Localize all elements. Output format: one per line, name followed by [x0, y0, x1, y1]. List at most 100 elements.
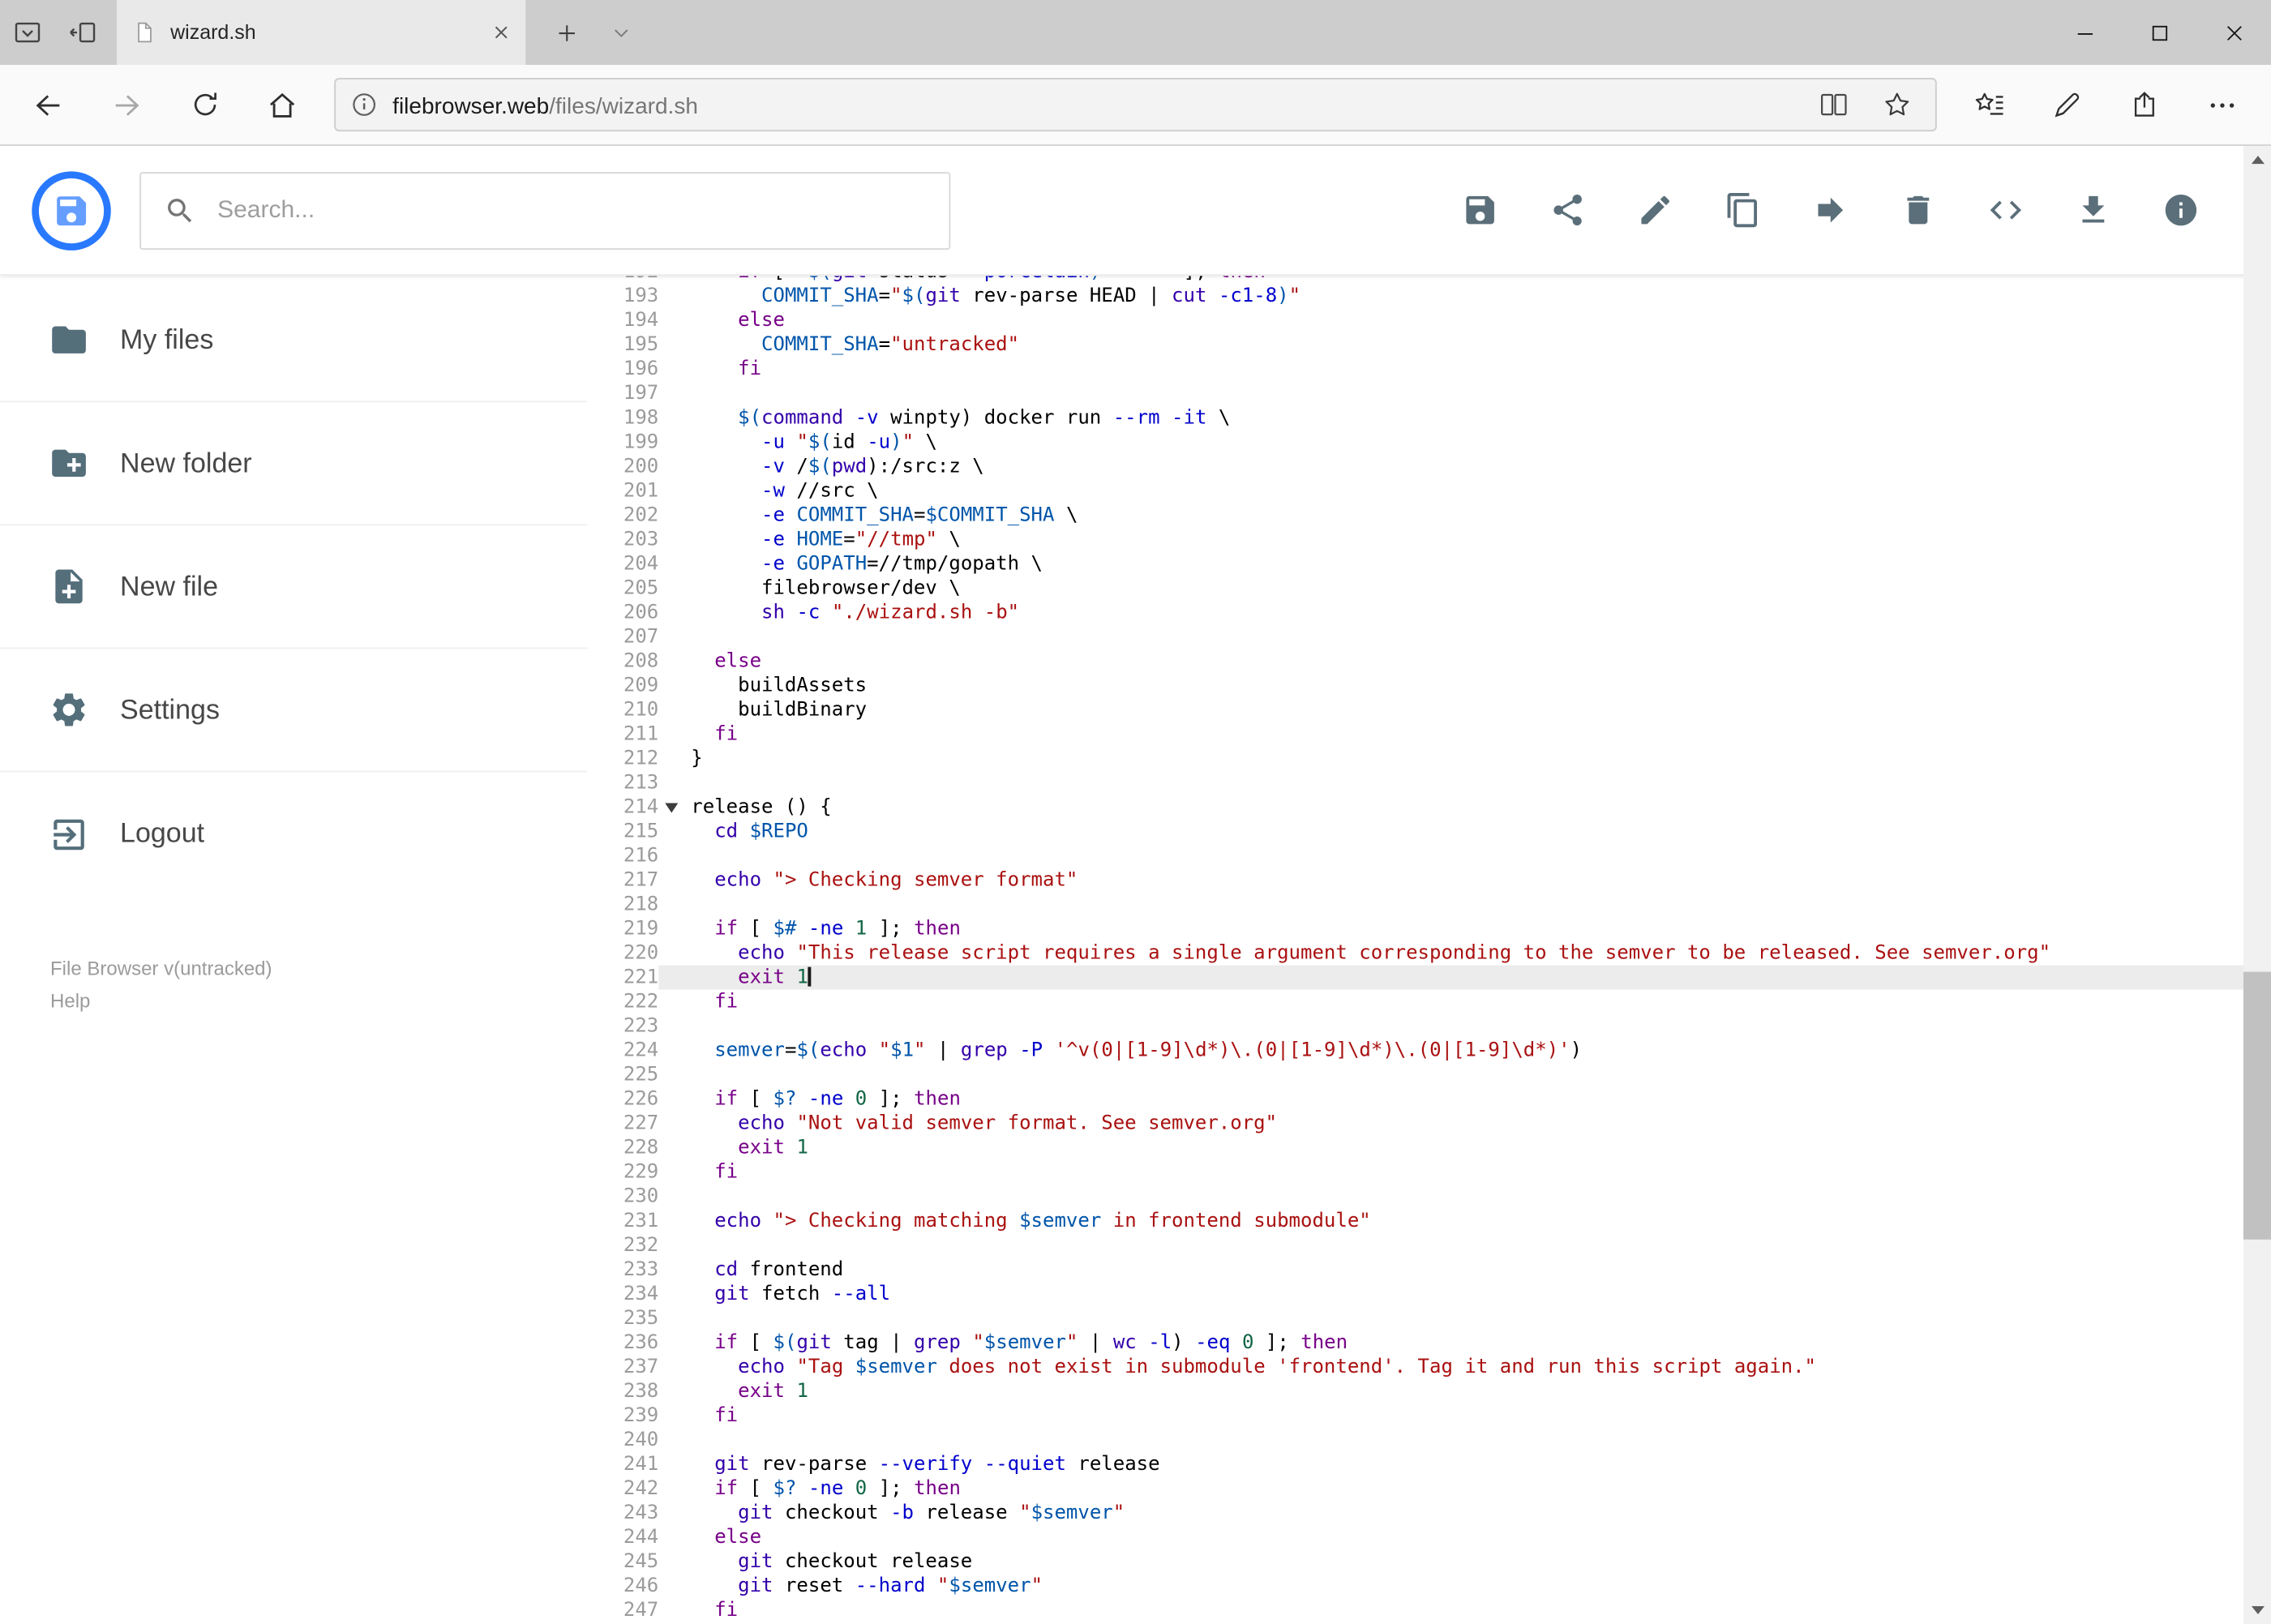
code-line[interactable]: 242 if [ $? -ne 0 ]; then [587, 1476, 2243, 1501]
code-line[interactable]: 239 fi [587, 1403, 2243, 1428]
code-line[interactable]: 212} [587, 746, 2243, 771]
code-line[interactable]: 235 [587, 1305, 2243, 1330]
window-minimize-button[interactable] [2047, 0, 2122, 65]
code-line[interactable]: 245 git checkout release [587, 1549, 2243, 1574]
forward-button[interactable] [88, 65, 165, 144]
new-tab-button[interactable] [538, 0, 593, 65]
tab-list-button[interactable] [593, 0, 649, 65]
code-line[interactable]: 211 fi [587, 722, 2243, 747]
window-close-button[interactable] [2196, 0, 2271, 65]
code-line[interactable]: 230 [587, 1184, 2243, 1209]
move-button[interactable] [1812, 191, 1849, 229]
sidebar-item-new-file[interactable]: New file [0, 525, 588, 649]
web-note-button[interactable] [2028, 65, 2106, 144]
code-line[interactable]: 210 buildBinary [587, 697, 2243, 722]
code-line[interactable]: 221 exit 1 [587, 965, 2243, 990]
code-line[interactable]: 229 fi [587, 1159, 2243, 1185]
copy-button[interactable] [1725, 191, 1762, 229]
code-line[interactable]: 244 else [587, 1524, 2243, 1549]
code-line[interactable]: 247 fi [587, 1597, 2243, 1622]
code-line[interactable]: 208 else [587, 649, 2243, 674]
sidebar-item-my-files[interactable]: My files [0, 279, 588, 403]
code-line[interactable]: 204 -e GOPATH=//tmp/gopath \ [587, 551, 2243, 576]
code-line[interactable]: 207 [587, 624, 2243, 649]
code-line[interactable]: 225 [587, 1062, 2243, 1087]
search-box[interactable] [139, 171, 951, 250]
help-link[interactable]: Help [50, 986, 587, 1018]
delete-button[interactable] [1900, 191, 1937, 229]
code-line[interactable]: 234 git fetch --all [587, 1281, 2243, 1306]
code-line[interactable]: 196 fi [587, 357, 2243, 382]
code-line[interactable]: 238 exit 1 [587, 1378, 2243, 1403]
code-line[interactable]: 216 [587, 843, 2243, 868]
rename-button[interactable] [1637, 191, 1674, 229]
code-line[interactable]: 224 semver=$(echo "$1" | grep -P '^v(0|[… [587, 1038, 2243, 1063]
code-line[interactable]: 220 echo "This release script requires a… [587, 941, 2243, 966]
code-line[interactable]: 226 if [ $? -ne 0 ]; then [587, 1086, 2243, 1112]
code-line[interactable]: 202 -e COMMIT_SHA=$COMMIT_SHA \ [587, 503, 2243, 528]
code-line[interactable]: 203 -e HOME="//tmp" \ [587, 527, 2243, 552]
active-tab[interactable]: wizard.sh [117, 0, 526, 66]
refresh-button[interactable] [165, 65, 243, 144]
back-button[interactable] [10, 65, 88, 144]
page-scrollbar[interactable] [2243, 146, 2271, 1624]
code-line[interactable]: 236 if [ $(git tag | grep "$semver" | wc… [587, 1330, 2243, 1355]
code-line[interactable]: 206 sh -c "./wizard.sh -b" [587, 600, 2243, 625]
scrollbar-up-button[interactable] [2243, 146, 2271, 174]
window-maximize-button[interactable] [2122, 0, 2196, 65]
code-line[interactable]: 237 echo "Tag $semver does not exist in … [587, 1354, 2243, 1379]
code-line[interactable]: 200 -v /$(pwd):/src:z \ [587, 454, 2243, 479]
code-line[interactable]: 205 filebrowser/dev \ [587, 576, 2243, 601]
code-line[interactable]: 222 fi [587, 989, 2243, 1014]
code-line[interactable]: 209 buildAssets [587, 673, 2243, 698]
browser-share-button[interactable] [2106, 65, 2183, 144]
scrollbar-down-button[interactable] [2243, 1596, 2271, 1624]
code-line[interactable]: 241 git rev-parse --verify --quiet relea… [587, 1451, 2243, 1476]
code-line[interactable]: 219 if [ $# -ne 1 ]; then [587, 916, 2243, 941]
tab-preview-button[interactable] [0, 0, 55, 65]
scrollbar-track[interactable] [2243, 174, 2271, 1596]
code-line[interactable]: 218 [587, 892, 2243, 917]
fold-arrow-icon[interactable] [665, 803, 679, 813]
more-options-button[interactable] [2183, 65, 2261, 144]
site-info-icon[interactable] [350, 91, 378, 118]
info-button[interactable] [2162, 191, 2200, 229]
code-line[interactable]: 228 exit 1 [587, 1135, 2243, 1160]
code-line[interactable]: 232 [587, 1232, 2243, 1258]
share-button[interactable] [1549, 191, 1587, 229]
address-bar[interactable]: filebrowser.web/files/wizard.sh [334, 78, 1937, 132]
code-line[interactable]: 223 [587, 1013, 2243, 1039]
code-line[interactable]: 193 COMMIT_SHA="$(git rev-parse HEAD | c… [587, 284, 2243, 309]
code-line[interactable]: 233 cd frontend [587, 1257, 2243, 1282]
code-line[interactable]: 198 $(command -v winpty) docker run --rm… [587, 405, 2243, 431]
hub-favorites-button[interactable] [1950, 65, 2028, 144]
code-line[interactable]: 195 COMMIT_SHA="untracked" [587, 332, 2243, 358]
code-line[interactable]: 240 [587, 1427, 2243, 1452]
search-input[interactable] [217, 196, 927, 225]
app-logo[interactable] [29, 168, 114, 252]
code-line[interactable]: 213 [587, 770, 2243, 795]
code-line[interactable]: 199 -u "$(id -u)" \ [587, 430, 2243, 455]
code-line[interactable]: 201 -w //src \ [587, 478, 2243, 503]
sidebar-item-new-folder[interactable]: New folder [0, 402, 588, 526]
code-line[interactable]: 192 if [ "$(git status --porcelain)" = "… [587, 276, 2243, 285]
code-editor[interactable]: 192 if [ "$(git status --porcelain)" = "… [587, 276, 2271, 1624]
add-favorite-button[interactable] [1872, 89, 1921, 120]
scrollbar-thumb[interactable] [2243, 971, 2271, 1240]
code-line[interactable]: 215 cd $REPO [587, 819, 2243, 844]
download-button[interactable] [2075, 191, 2112, 229]
code-line[interactable]: 214 release () { [587, 795, 2243, 820]
tabs-aside-button[interactable] [55, 0, 110, 65]
sidebar-item-settings[interactable]: Settings [0, 649, 588, 773]
reading-view-button[interactable] [1809, 89, 1858, 120]
sidebar-item-logout[interactable]: Logout [0, 772, 587, 895]
code-line[interactable]: 197 [587, 381, 2243, 406]
source-view-button[interactable] [1987, 191, 2025, 229]
home-button[interactable] [243, 65, 321, 144]
code-line[interactable]: 243 git checkout -b release "$semver" [587, 1500, 2243, 1525]
save-button[interactable] [1462, 191, 1499, 229]
code-line[interactable]: 227 echo "Not valid semver format. See s… [587, 1111, 2243, 1136]
code-line[interactable]: 217 echo "> Checking semver format" [587, 868, 2243, 893]
code-line[interactable]: 246 git reset --hard "$semver" [587, 1573, 2243, 1598]
close-tab-icon[interactable] [493, 24, 509, 41]
